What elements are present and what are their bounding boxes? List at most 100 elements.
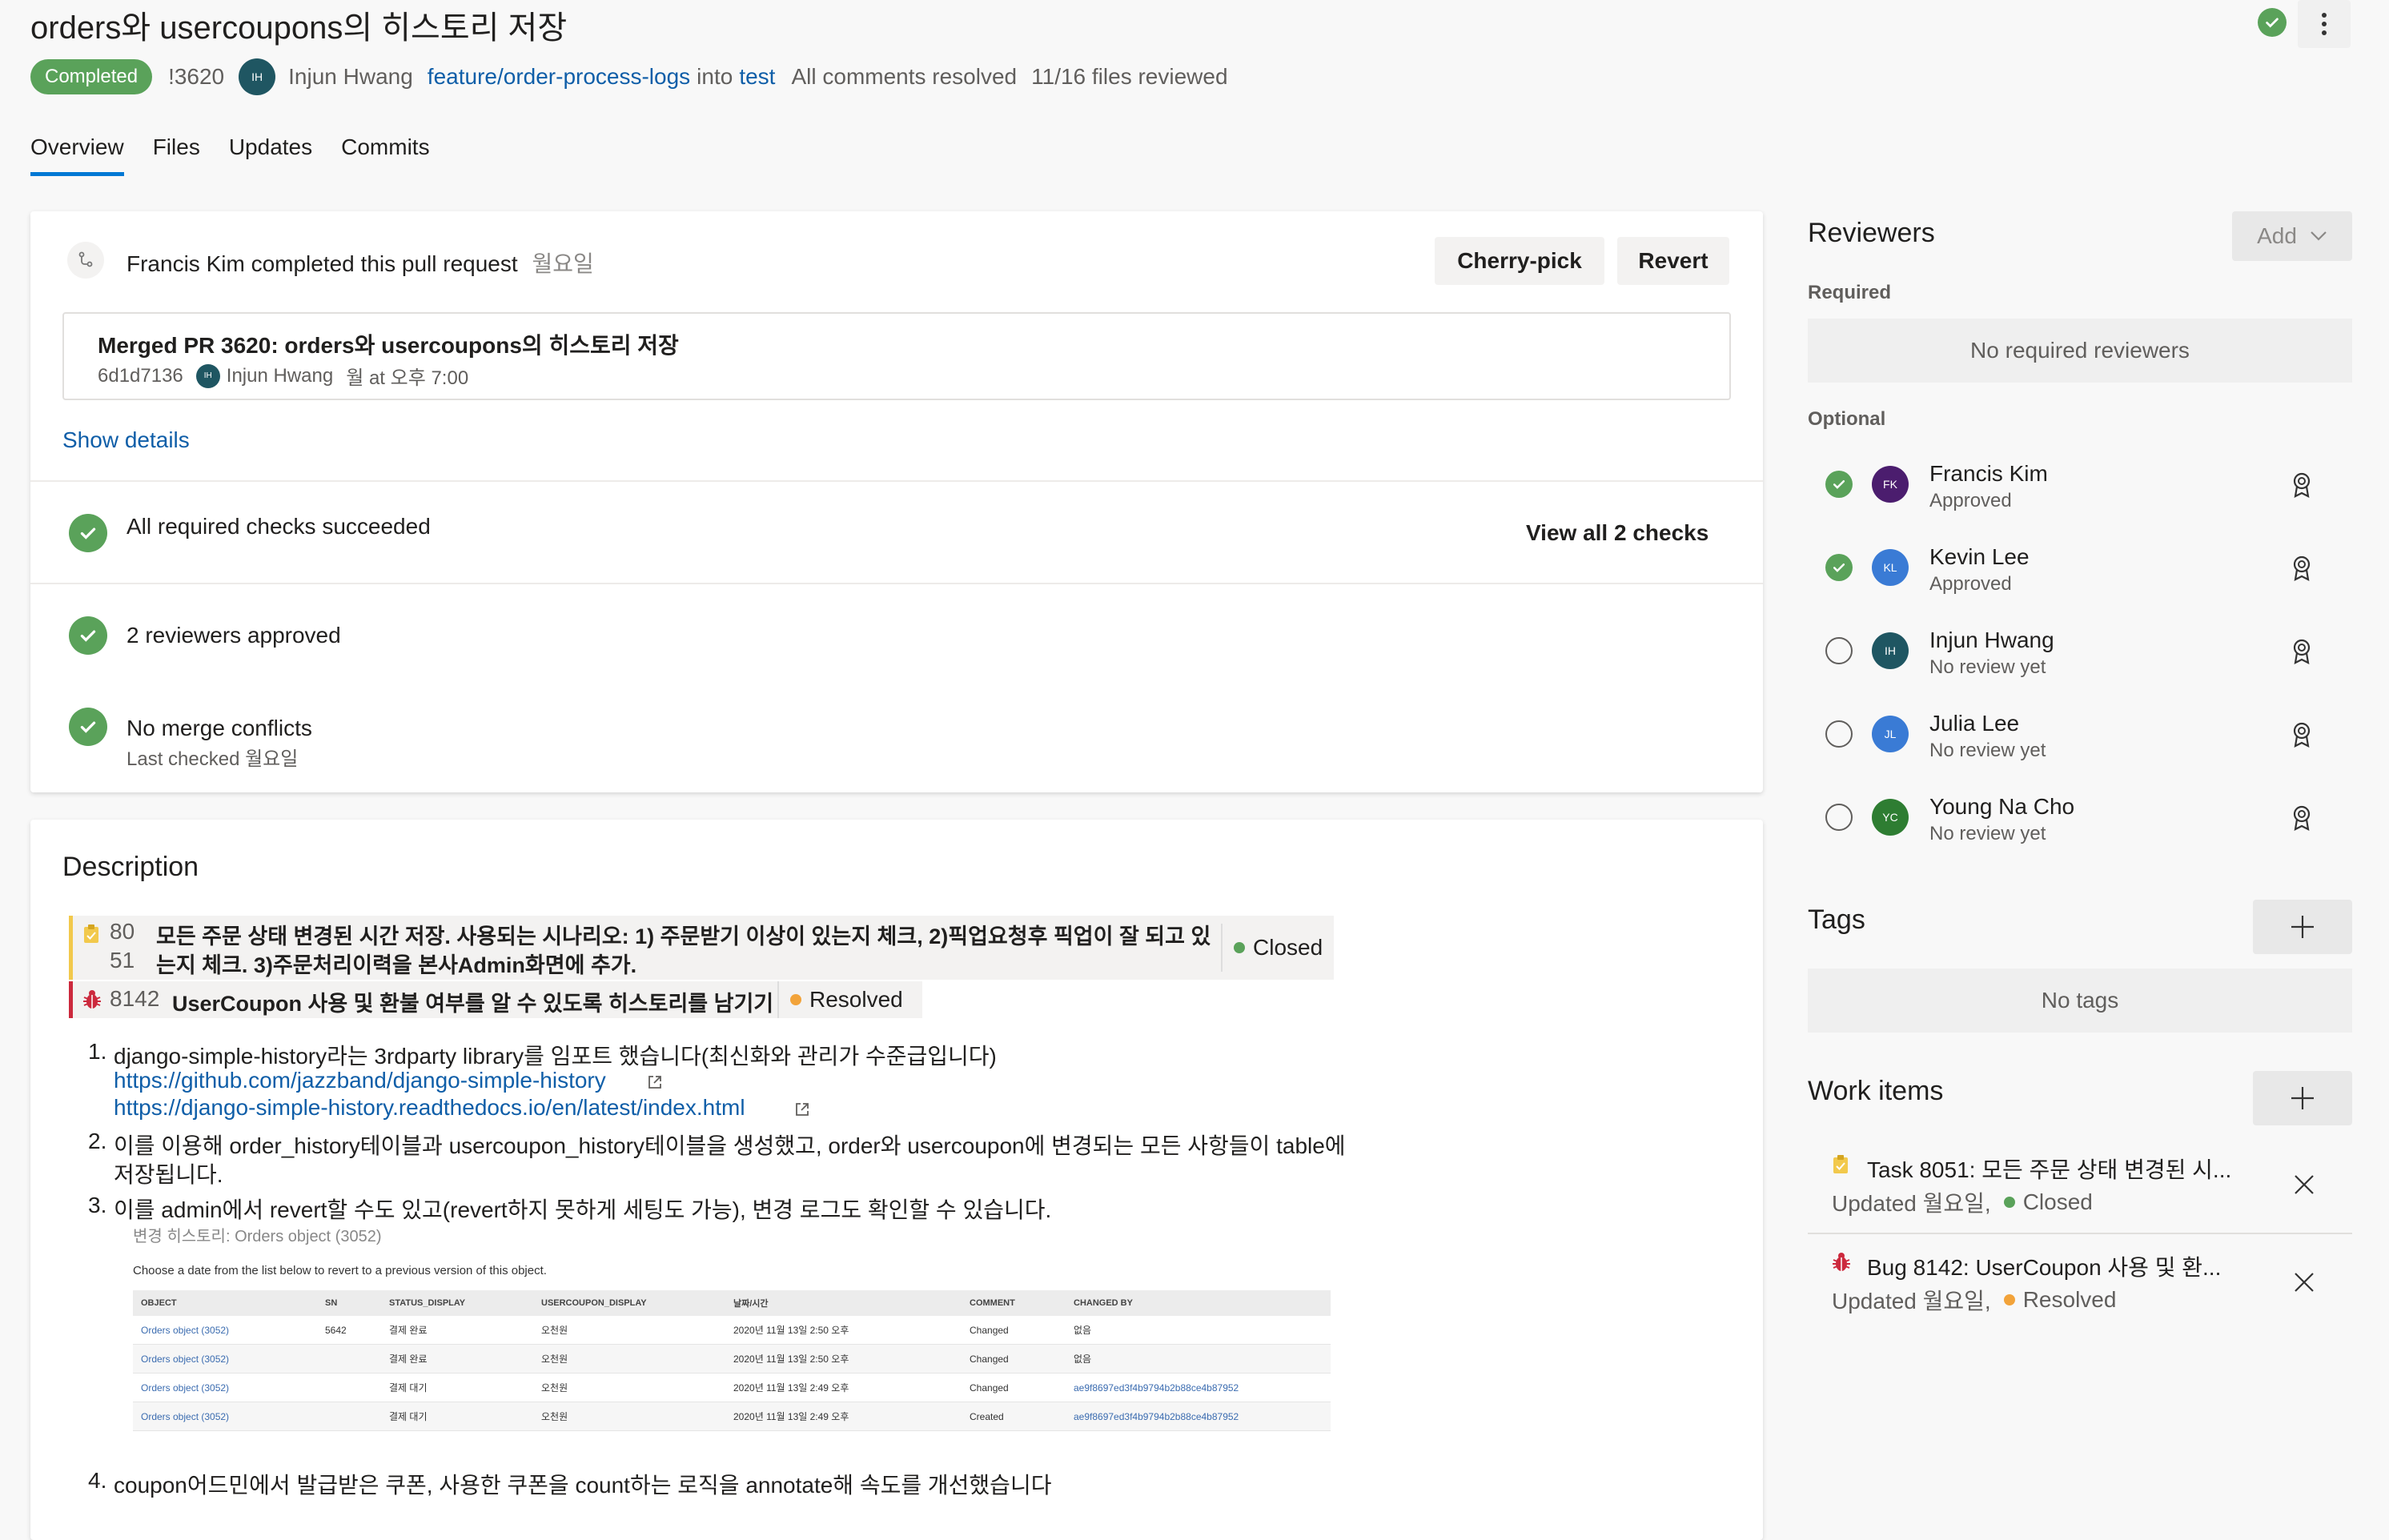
table-header: COMMENT (962, 1290, 1066, 1316)
award-icon[interactable] (2291, 555, 2312, 581)
reviewer-row[interactable]: JL Julia Lee No review yet (1808, 698, 2352, 778)
revert-button[interactable]: Revert (1617, 237, 1729, 285)
show-details-link[interactable]: Show details (62, 427, 190, 453)
reviewer-row[interactable]: IH Injun Hwang No review yet (1808, 615, 2352, 695)
more-vertical-icon (2322, 13, 2327, 35)
page-title: orders와 usercoupons의 히스토리 저장 (30, 10, 568, 46)
state-dot (2003, 1294, 2015, 1305)
reviewer-name: Francis Kim (1929, 461, 2048, 486)
completion-message: Francis Kim completed this pull request (126, 251, 518, 276)
no-vote-icon (1825, 637, 1853, 664)
reviewer-status: No review yet (1929, 823, 2046, 844)
reviewer-row[interactable]: YC Young Na Cho No review yet (1808, 781, 2352, 861)
work-item-state: Closed (1221, 924, 1323, 972)
reviewer-status: No review yet (1929, 740, 2046, 761)
no-vote-icon (1825, 804, 1853, 831)
author-name[interactable]: Injun Hwang (288, 64, 413, 90)
remove-work-item-icon[interactable] (2293, 1271, 2315, 1293)
award-icon[interactable] (2291, 722, 2312, 748)
work-item-updated: Updated 월요일, (1832, 1289, 1991, 1313)
screenshot-caption: 변경 히스토리: Orders object (3052) (133, 1228, 382, 1245)
check-success-icon (69, 616, 107, 655)
reviewer-name: Julia Lee (1929, 711, 2020, 736)
merge-conflicts-status: No merge conflicts (126, 716, 312, 740)
work-item-updated: Updated 월요일, (1832, 1191, 1991, 1216)
approved-check-icon (2258, 8, 2287, 37)
external-link[interactable]: https://django-simple-history.readthedoc… (114, 1095, 745, 1121)
no-vote-icon (1825, 720, 1853, 748)
status-badge: Completed (30, 59, 153, 94)
merge-commit-box[interactable]: Merged PR 3620: orders와 usercoupons의 히스토… (62, 312, 1731, 400)
work-item-number: 80 (110, 919, 135, 944)
reviewer-row[interactable]: KL Kevin Lee Approved (1808, 531, 2352, 612)
tab-overview[interactable]: Overview (30, 128, 124, 176)
list-number: 1. (88, 1039, 107, 1064)
linked-work-item-task[interactable]: 80 51 모든 주문 상태 변경된 시간 저장. 사용되는 시나리오: 1) … (69, 916, 1334, 980)
approved-check-icon (1825, 471, 1853, 498)
remove-work-item-icon[interactable] (2293, 1173, 2315, 1196)
add-tag-button[interactable] (2253, 900, 2352, 954)
sidebar-work-item-bug[interactable]: Bug 8142: UserCoupon 사용 및 환... Updated 월… (1808, 1237, 2352, 1332)
committer-avatar: IH (195, 363, 220, 388)
work-item-title: 는지 체크. 3)주문처리이력을 본사Admin화면에 추가. (156, 953, 637, 977)
committer-name: Injun Hwang (226, 364, 334, 387)
reviewer-row[interactable]: FK Francis Kim Approved (1808, 448, 2352, 528)
work-item-state: Resolved (777, 981, 903, 1018)
completion-time: 월요일 (532, 251, 594, 276)
list-item-continued: 저장됩니다. (114, 1162, 223, 1187)
embedded-screenshot: 변경 히스토리: Orders object (3052) Choose a d… (133, 1223, 1334, 1431)
description-heading: Description (62, 852, 199, 882)
more-actions-button[interactable] (2298, 0, 2351, 48)
linked-work-item-bug[interactable]: 8142 UserCoupon 사용 및 환불 여부를 알 수 있도록 히스토리… (69, 981, 922, 1018)
cherry-pick-button[interactable]: Cherry-pick (1435, 237, 1604, 285)
reviewer-avatar: FK (1872, 466, 1909, 503)
tab-commits[interactable]: Commits (341, 128, 429, 176)
table-row: Orders object (3052) 5642 결제 완료 오천원 2020년 11… (133, 1316, 1331, 1345)
work-items-heading: Work items (1808, 1076, 1944, 1106)
tab-updates[interactable]: Updates (229, 128, 312, 176)
reviewer-name: Kevin Lee (1929, 544, 2030, 569)
table-header: STATUS_DISPLAY (381, 1290, 533, 1316)
list-item: coupon어드민에서 발급받은 쿠폰, 사용한 쿠폰을 count하는 로직을… (114, 1473, 1052, 1498)
merge-commit-title: Merged PR 3620: orders와 usercoupons의 히스토… (98, 333, 679, 358)
table-header: CHANGED BY (1066, 1290, 1331, 1316)
check-success-icon (69, 514, 107, 552)
history-table: OBJECT SN STATUS_DISPLAY USERCOUPON_DISP… (133, 1290, 1331, 1431)
table-header: USERCOUPON_DISPLAY (533, 1290, 725, 1316)
reviewers-heading: Reviewers (1808, 218, 1935, 248)
table-header: OBJECT (133, 1290, 317, 1316)
pr-id[interactable]: !3620 (168, 64, 224, 90)
required-checks-status: All required checks succeeded (126, 514, 431, 539)
sidebar-work-item-task[interactable]: Task 8051: 모든 주문 상태 변경된 시... Updated 월요일… (1808, 1140, 2352, 1234)
reviewer-avatar: KL (1872, 549, 1909, 586)
award-icon[interactable] (2291, 639, 2312, 664)
table-header: SN (317, 1290, 381, 1316)
work-item-title: UserCoupon 사용 및 환불 여부를 알 수 있도록 히스토리를 남기기 (172, 992, 774, 1016)
add-work-item-button[interactable] (2253, 1071, 2352, 1125)
reviewer-avatar: IH (1872, 632, 1909, 669)
table-header: 날짜/시간 (725, 1290, 962, 1316)
into-label: into (697, 64, 733, 89)
task-icon (84, 924, 98, 943)
work-item-state: Closed (2022, 1189, 2093, 1214)
commit-hash[interactable]: 6d1d7136 (98, 365, 183, 387)
view-all-checks-link[interactable]: View all 2 checks (1526, 520, 1708, 546)
optional-label: Optional (1808, 408, 1886, 430)
award-icon[interactable] (2291, 805, 2312, 831)
source-branch-link[interactable]: feature/order-process-logs (428, 64, 690, 90)
no-tags: No tags (1808, 969, 2352, 1033)
list-number: 2. (88, 1129, 107, 1153)
table-row: Orders object (3052) 결제 대기 오천원 2020년 11월 13… (133, 1402, 1331, 1431)
target-branch-link[interactable]: test (739, 64, 775, 90)
state-dot (2003, 1197, 2015, 1208)
task-icon (1833, 1155, 1848, 1173)
reviewer-avatar: JL (1872, 716, 1909, 752)
no-required-reviewers: No required reviewers (1808, 319, 2352, 383)
tags-heading: Tags (1808, 904, 1865, 935)
screenshot-instruction: Choose a date from the list below to rev… (133, 1264, 547, 1277)
tab-files[interactable]: Files (153, 128, 200, 176)
external-link[interactable]: https://github.com/jazzband/django-simpl… (114, 1068, 606, 1093)
description-card: Description 80 51 모든 주문 상태 변경된 시간 저장. 사용… (30, 820, 1763, 1540)
award-icon[interactable] (2291, 472, 2312, 498)
add-reviewer-button[interactable]: Add (2232, 211, 2352, 261)
